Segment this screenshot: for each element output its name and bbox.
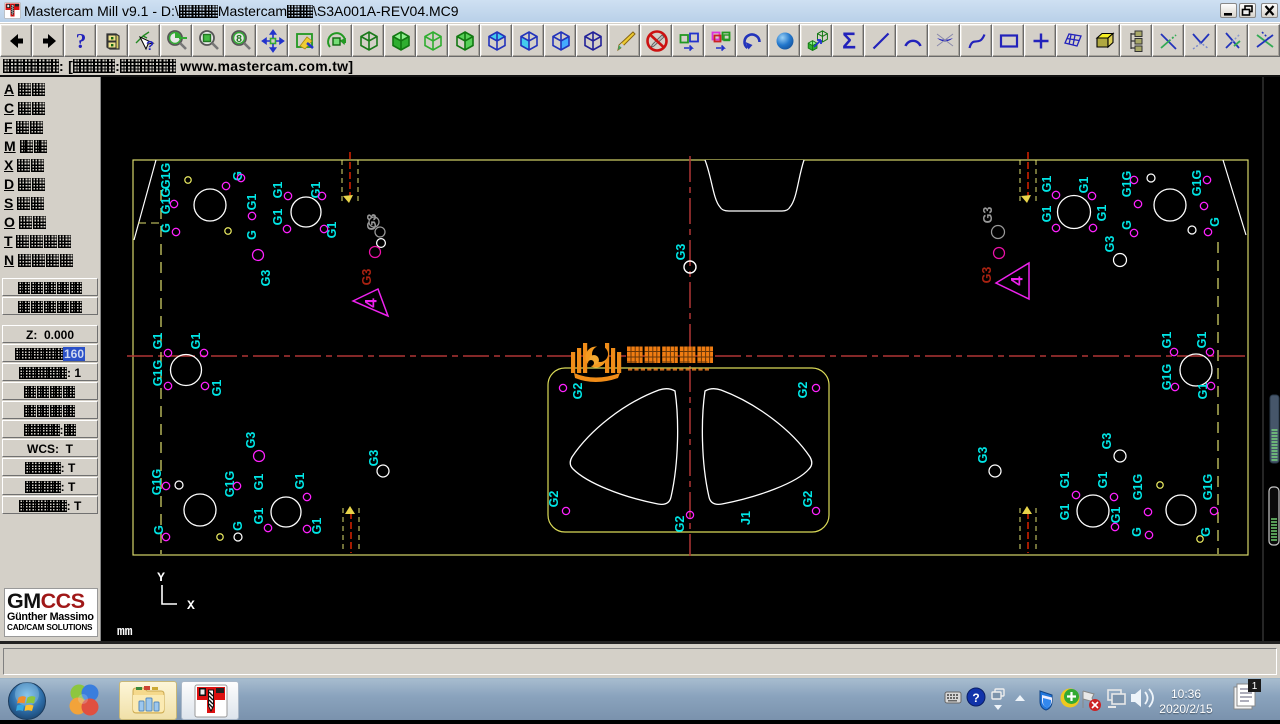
svg-text:?: ? [75,29,86,53]
svg-text:G3: G3 [1100,433,1114,450]
svg-text:G1: G1 [252,474,266,491]
svg-text:?: ? [146,38,154,53]
svg-text:G1: G1 [245,194,259,211]
svg-text:G1G: G1G [1120,171,1134,197]
svg-text:G3: G3 [980,267,994,284]
svg-text:G3: G3 [981,207,995,224]
svg-text:G1: G1 [1160,332,1174,349]
svg-text:G1G: G1G [150,469,164,495]
svg-text:G1: G1 [1077,177,1091,194]
svg-text:G1G: G1G [1190,170,1204,196]
svg-text:G: G [1130,527,1144,537]
svg-text:G2: G2 [673,516,687,533]
svg-text:G1: G1 [210,380,224,397]
svg-text:G1: G1 [1095,205,1109,222]
svg-text:G1: G1 [189,333,203,350]
svg-text:G1: G1 [252,508,266,525]
svg-text:G3: G3 [367,450,381,467]
svg-text:G3: G3 [1103,236,1117,253]
svg-text:G1: G1 [1040,176,1054,193]
svg-text:G1: G1 [310,518,324,535]
svg-text:G1: G1 [1096,472,1110,489]
svg-text:Σ: Σ [842,29,856,53]
svg-text:8: 8 [236,33,242,45]
svg-text:1: 1 [1252,681,1258,692]
svg-text:G1: G1 [1058,504,1072,521]
svg-text:X: X [187,598,195,613]
svg-text:?: ? [972,691,979,705]
svg-text:G1: G1 [1109,507,1123,524]
svg-text:G1G: G1G [151,360,165,386]
svg-text:G1: G1 [1040,206,1054,223]
svg-text:J1: J1 [739,511,753,525]
svg-text:G1: G1 [293,473,307,490]
svg-text:G1G: G1G [1201,474,1215,500]
svg-text:G: G [1208,217,1222,227]
svg-text:Y: Y [157,570,165,585]
svg-text:G1: G1 [151,333,165,350]
svg-text:G1: G1 [271,209,285,226]
svg-text:G1: G1 [1195,332,1209,349]
svg-text:G1: G1 [309,182,323,199]
svg-text:G3: G3 [259,270,273,287]
svg-text:G3: G3 [244,432,258,449]
svg-text:G: G [231,521,245,531]
svg-text:G: G [245,230,259,240]
svg-text:G1: G1 [271,182,285,199]
svg-text:G2: G2 [571,383,585,400]
svg-text:G3: G3 [976,447,990,464]
svg-text:G1G: G1G [159,163,173,189]
svg-text:G1: G1 [1058,472,1072,489]
svg-text:G: G [159,223,173,233]
svg-text:mm: mm [117,624,133,639]
svg-text:G2: G2 [801,491,815,508]
svg-text:G1G: G1G [223,471,237,497]
svg-text:G: G [1120,220,1134,230]
svg-text:G3: G3 [674,244,688,261]
svg-text:G1G: G1G [1131,474,1145,500]
svg-text:4: 4 [362,298,381,308]
svg-text:G2: G2 [796,382,810,399]
svg-text:G2: G2 [547,491,561,508]
svg-text:G3: G3 [360,269,374,286]
svg-text:4: 4 [1008,276,1027,286]
